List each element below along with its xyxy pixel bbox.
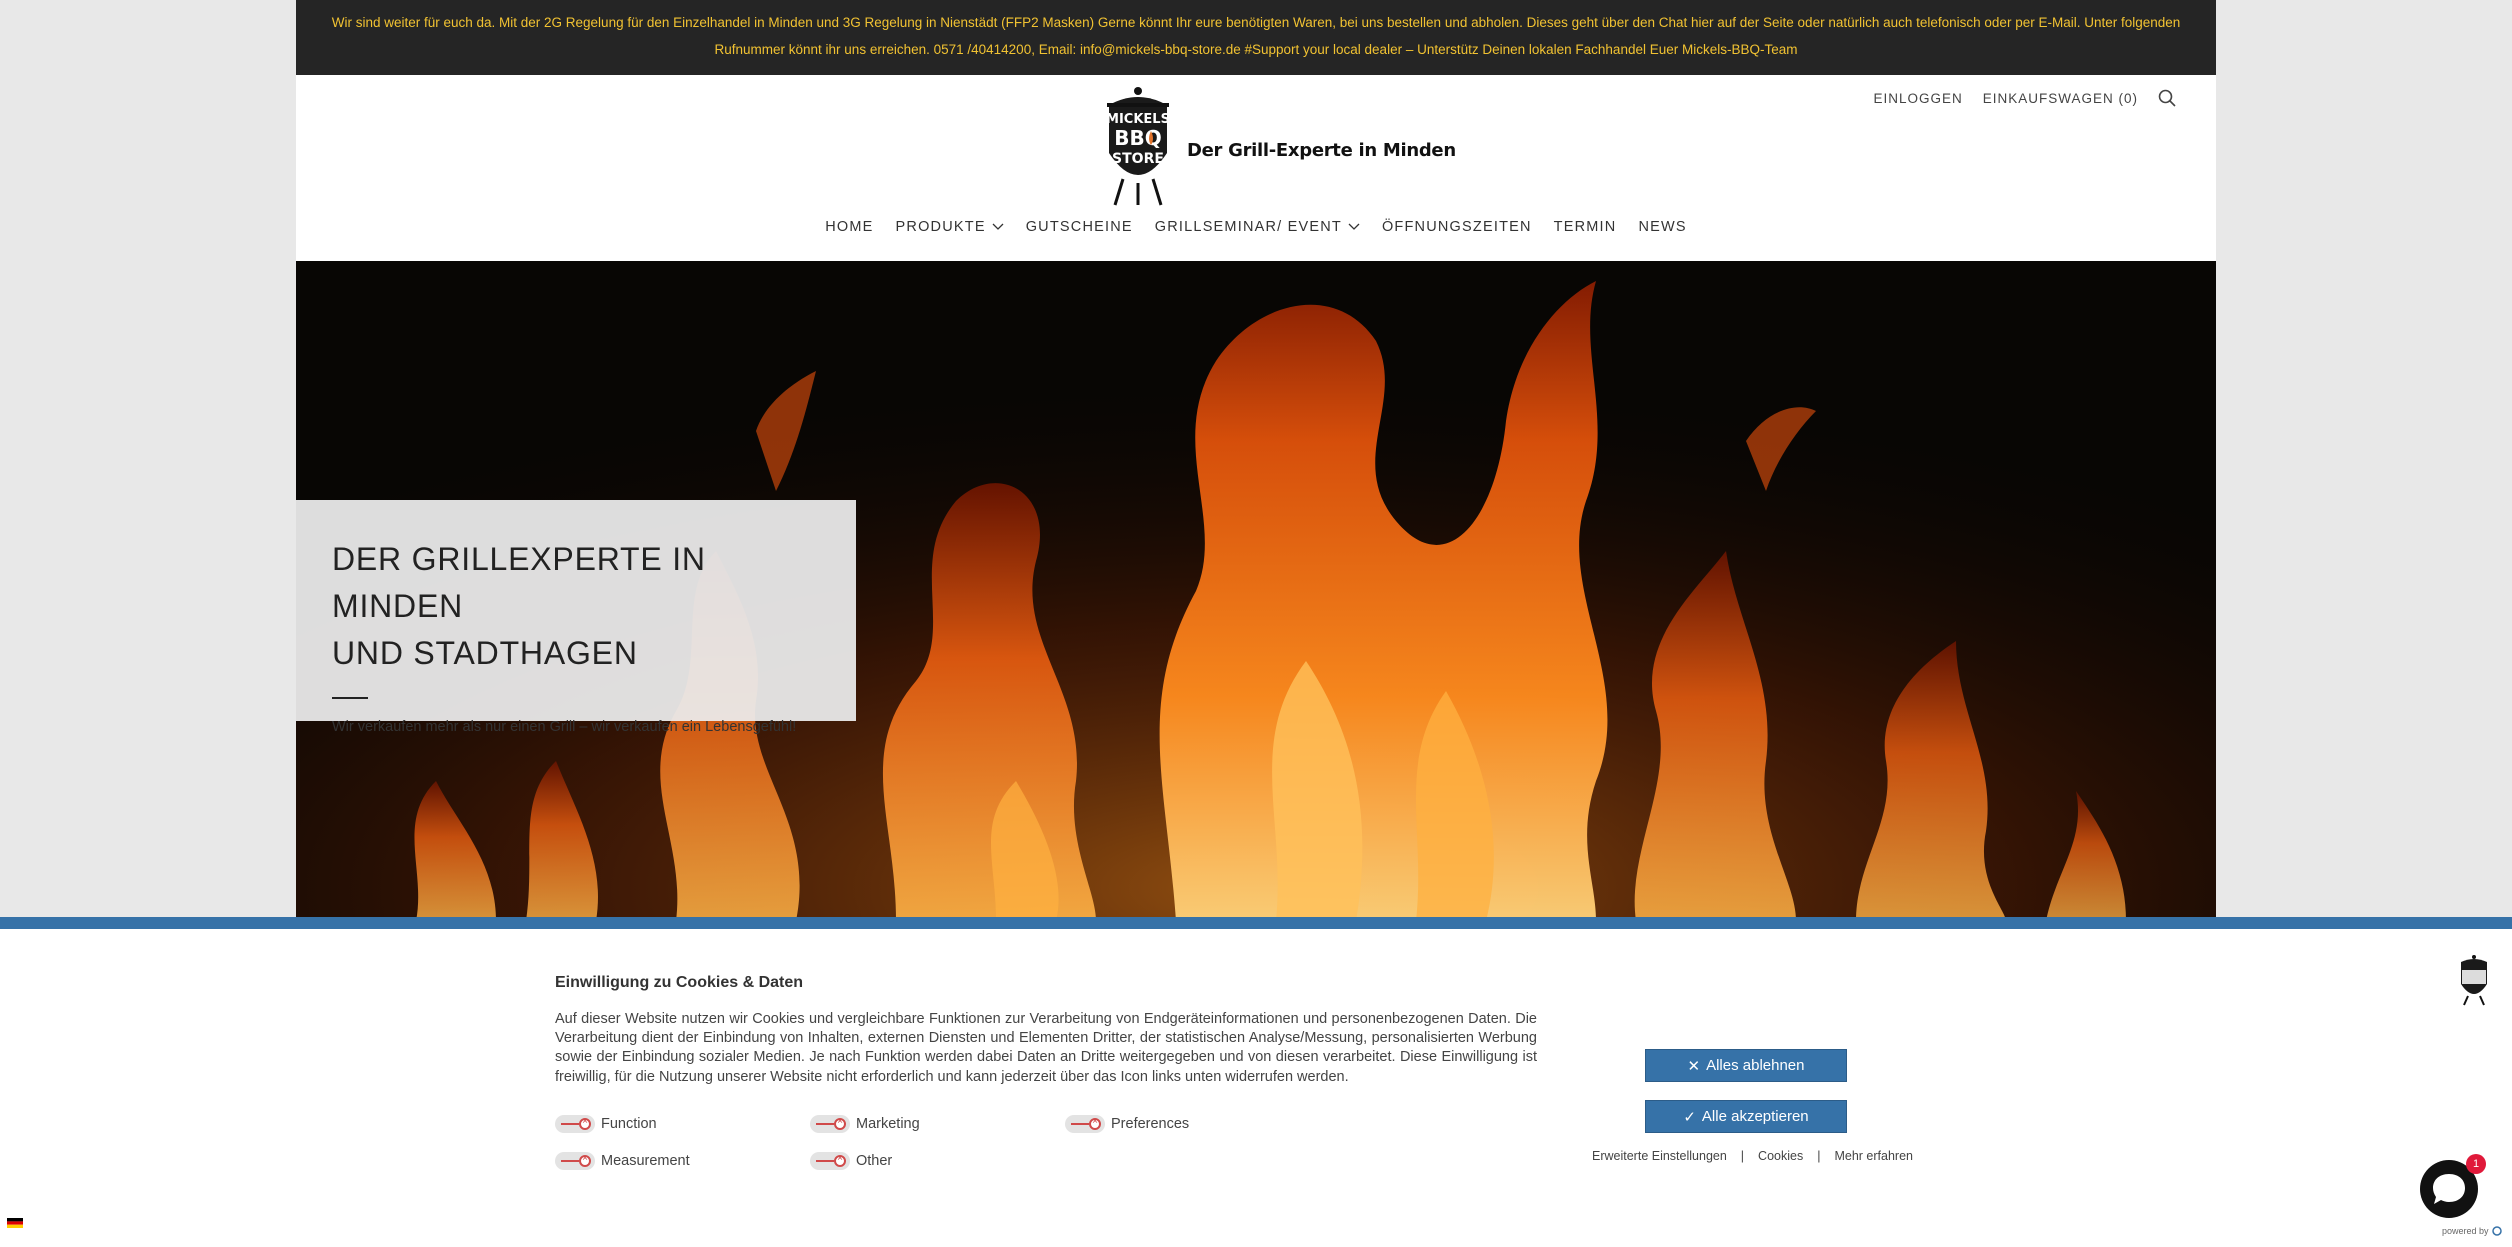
hero-divider — [332, 697, 368, 699]
cookie-links: Erweiterte Einstellungen | Cookies | Meh… — [1592, 1149, 1913, 1163]
nav-item-label: HOME — [825, 219, 874, 235]
nav-item-oeffnungszeiten[interactable]: ÖFFNUNGSZEITEN — [1382, 219, 1532, 235]
cart-link[interactable]: EINKAUFSWAGEN (0) — [1983, 91, 2138, 106]
cookie-consent-banner: Einwilligung zu Cookies & Daten Auf dies… — [0, 917, 2512, 1247]
powered-by-text: powered by — [2442, 1226, 2489, 1236]
nav-item-label: GRILLSEMINAR/ EVENT — [1154, 219, 1342, 235]
accept-all-button[interactable]: ✓ Alle akzeptieren — [1645, 1100, 1847, 1133]
nav-item-label: GUTSCHEINE — [1025, 219, 1133, 235]
nav-item-gutscheine[interactable]: GUTSCHEINE — [1026, 219, 1133, 235]
chat-provider-icon — [2491, 1226, 2502, 1236]
logo-text-store: STORE — [1112, 151, 1164, 167]
toggle-label: Measurement — [601, 1153, 690, 1169]
nav-item-home[interactable]: HOME — [825, 219, 873, 235]
link-separator: | — [1740, 1149, 1745, 1163]
nav-item-news[interactable]: NEWS — [1638, 219, 1686, 235]
chevron-down-icon — [992, 223, 1004, 230]
login-link[interactable]: EINLOGGEN — [1873, 91, 1962, 106]
powered-by-label: powered by — [2442, 1226, 2502, 1236]
hero-banner: DER GRILLEXPERTE IN MINDEN UND STADTHAGE… — [296, 261, 2216, 921]
main-nav: HOME PRODUKTE GUTSCHEINE GRILLSEMINAR/ E… — [296, 219, 2216, 235]
toggle-label: Preferences — [1111, 1116, 1190, 1132]
nav-item-label: ÖFFNUNGSZEITEN — [1381, 219, 1532, 235]
toggle-label: Marketing — [856, 1116, 920, 1132]
nav-item-grillseminar[interactable]: GRILLSEMINAR/ EVENT — [1155, 219, 1360, 235]
accept-all-label: Alle akzeptieren — [1701, 1108, 1809, 1125]
toggle-preferences[interactable]: Preferences — [1065, 1115, 1189, 1133]
announcement-line-2: Rufnummer könnt ihr uns erreichen. 0571 … — [714, 42, 1798, 57]
hero-title-line-2: UND STADTHAGEN — [332, 635, 638, 671]
announcement-bar: Wir sind weiter für euch da. Mit der 2G … — [296, 0, 2216, 75]
hero-title-line-1: DER GRILLEXPERTE IN MINDEN — [332, 541, 706, 624]
cookies-link[interactable]: Cookies — [1758, 1149, 1803, 1163]
logo-tagline: Der Grill-Experte in Minden — [1187, 140, 1456, 161]
checkmark-icon: ✓ — [1683, 1108, 1696, 1126]
toggle-label: Function — [601, 1116, 657, 1132]
store-logo-icon — [2461, 955, 2487, 1006]
search-icon[interactable] — [2158, 89, 2176, 107]
toggle-switch[interactable] — [810, 1115, 850, 1133]
cookie-title: Einwilligung zu Cookies & Daten — [555, 974, 804, 991]
close-icon: ✕ — [1687, 1057, 1701, 1075]
toggle-function[interactable]: Function — [555, 1115, 657, 1133]
nav-item-produkte[interactable]: PRODUKTE — [896, 219, 1004, 235]
grill-logo-icon: MICKELS BBQ STORE — [1106, 87, 1170, 206]
nav-item-label: TERMIN — [1553, 219, 1617, 235]
hero-text-box: DER GRILLEXPERTE IN MINDEN UND STADTHAGE… — [296, 500, 856, 735]
nav-item-label: PRODUKTE — [895, 219, 986, 235]
toggle-switch[interactable] — [555, 1115, 595, 1133]
toggle-marketing[interactable]: Marketing — [810, 1115, 920, 1133]
toggle-switch[interactable] — [810, 1152, 850, 1170]
toggle-label: Other — [856, 1153, 893, 1169]
announcement-line-1: Wir sind weiter für euch da. Mit der 2G … — [331, 15, 2181, 30]
toggle-other[interactable]: Other — [810, 1152, 892, 1170]
chevron-down-icon — [1348, 223, 1360, 230]
link-separator: | — [1817, 1149, 1821, 1163]
hero-subtitle: Wir verkaufen mehr als nur einen Grill –… — [332, 719, 797, 735]
reject-all-label: Alles ablehnen — [1706, 1057, 1805, 1074]
german-flag-icon[interactable] — [7, 1218, 23, 1228]
learn-more-link[interactable]: Mehr erfahren — [1834, 1149, 1913, 1163]
logo-text-bbq: BBQ — [1114, 126, 1162, 150]
nav-item-termin[interactable]: TERMIN — [1554, 219, 1617, 235]
cookie-description: Auf dieser Website nutzen wir Cookies un… — [555, 1011, 1537, 1085]
advanced-settings-link[interactable]: Erweiterte Einstellungen — [1592, 1149, 1727, 1163]
reject-all-button[interactable]: ✕ Alles ablehnen — [1645, 1049, 1847, 1082]
account-links: EINLOGGEN EINKAUFSWAGEN (0) — [1853, 89, 2176, 107]
site-logo[interactable]: MICKELS BBQ STORE Der Grill-Experte in M… — [1103, 85, 1456, 207]
toggle-switch[interactable] — [555, 1152, 595, 1170]
nav-item-label: NEWS — [1638, 219, 1687, 235]
cookie-banner-accent-bar — [0, 917, 2512, 929]
hero-title: DER GRILLEXPERTE IN MINDEN UND STADTHAGE… — [332, 536, 820, 677]
chat-notification-badge: 1 — [2466, 1154, 2486, 1174]
logo-text-mickels: MICKELS — [1106, 112, 1170, 127]
toggle-measurement[interactable]: Measurement — [555, 1152, 690, 1170]
toggle-switch[interactable] — [1065, 1115, 1105, 1133]
site-header: MICKELS BBQ STORE Der Grill-Experte in M… — [296, 75, 2216, 261]
